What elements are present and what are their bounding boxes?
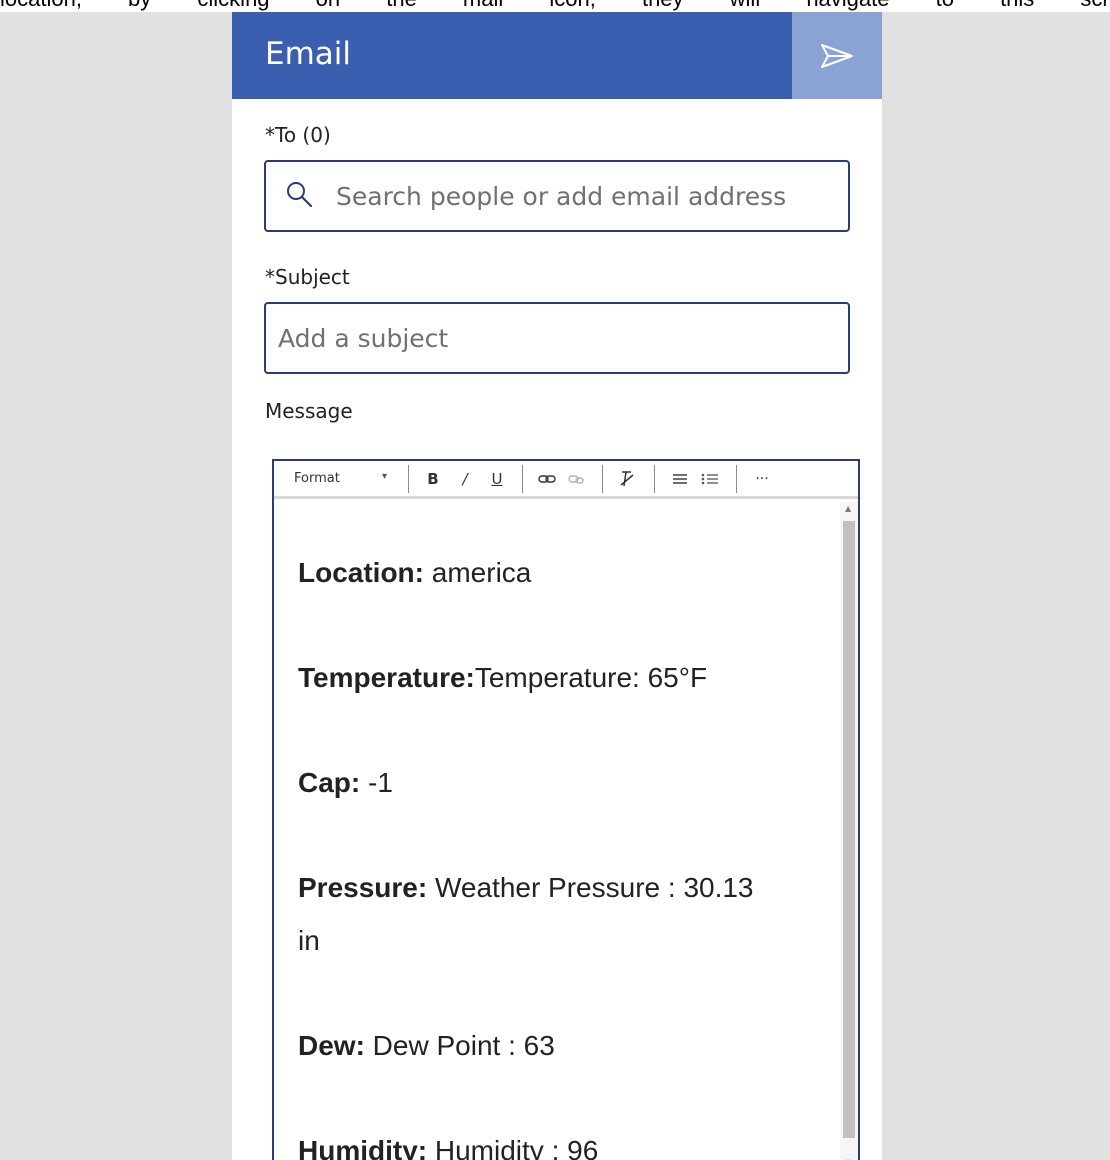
document-text-strip: location, by clicking on the mail icon, … — [0, 0, 1110, 12]
to-label: *To (0) — [265, 123, 331, 147]
editor-toolbar: Format ▾ B / U ··· — [274, 461, 858, 499]
send-icon — [821, 43, 853, 68]
more-options-button[interactable]: ··· — [748, 465, 776, 493]
body-line-dew: Dew: Dew Point : 63 — [298, 1030, 555, 1061]
header-bar: Email — [232, 12, 882, 99]
underline-button[interactable]: U — [486, 465, 508, 493]
search-icon — [284, 180, 318, 214]
body-line-temperature: Temperature:Temperature: 65°F — [298, 662, 708, 693]
scroll-up-icon[interactable]: ▲ — [845, 504, 851, 513]
subject-input[interactable] — [278, 304, 846, 372]
clear-format-icon[interactable] — [614, 465, 640, 493]
chevron-down-icon[interactable]: ▾ — [382, 471, 387, 482]
email-screen: Email *To (0) *Subject Message Format ▾ … — [232, 12, 882, 1160]
toolbar-divider — [408, 465, 409, 493]
bullet-list-icon[interactable] — [698, 465, 722, 493]
link-icon[interactable] — [534, 465, 560, 493]
italic-button[interactable]: / — [454, 465, 476, 493]
numbered-list-icon[interactable] — [668, 465, 692, 493]
to-search-input[interactable] — [336, 162, 846, 230]
toolbar-divider — [522, 465, 523, 493]
editor-content[interactable]: Location: america Temperature:Temperatur… — [274, 502, 840, 1160]
scrollbar-thumb[interactable] — [843, 521, 855, 1138]
send-button[interactable] — [792, 12, 882, 99]
document-text: location, by clicking on the mail icon, … — [0, 0, 1110, 10]
to-field[interactable] — [264, 160, 850, 232]
body-line-humidity: Humidity: Humidity : 96 — [298, 1135, 599, 1160]
message-label: Message — [265, 399, 353, 423]
rich-text-editor[interactable]: Format ▾ B / U ··· Location: america Tem… — [272, 459, 860, 1160]
editor-scrollbar[interactable]: ▲ ▼ — [840, 502, 858, 1160]
body-line-pressure: Pressure: Weather Pressure : 30.13 in — [298, 872, 754, 956]
body-line-cap: Cap: -1 — [298, 767, 393, 798]
toolbar-divider — [736, 465, 737, 493]
subject-field[interactable] — [264, 302, 850, 374]
toolbar-divider — [602, 465, 603, 493]
body-line-location: Location: america — [298, 557, 532, 588]
bold-button[interactable]: B — [422, 465, 444, 493]
format-dropdown[interactable]: Format — [294, 471, 340, 486]
unlink-icon[interactable] — [564, 465, 590, 493]
toolbar-divider — [654, 465, 655, 493]
header-title: Email — [265, 36, 352, 72]
subject-label: *Subject — [265, 265, 350, 289]
